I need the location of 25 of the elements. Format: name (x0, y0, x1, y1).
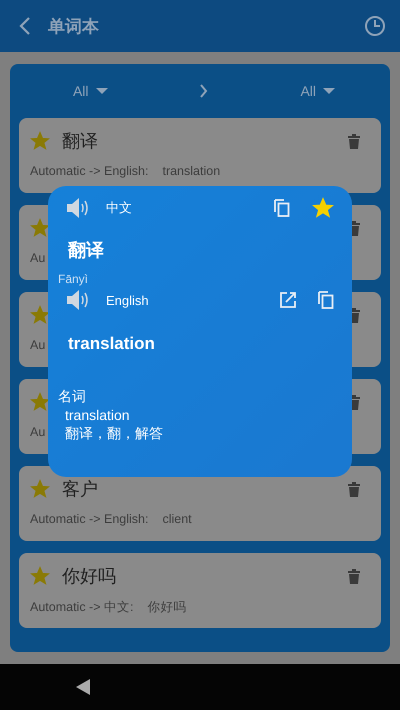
translated-word: translation (68, 334, 156, 354)
word-text: 你好吗 (62, 565, 116, 588)
source-word: 翻译 (68, 239, 105, 262)
source-language-dropdown[interactable]: All (72, 83, 108, 99)
translation-text: 你好吗 (147, 599, 186, 616)
translation-direction: Automatic -> English: (30, 512, 148, 526)
part-of-speech: 名词 (58, 388, 87, 406)
definition-meanings: 翻译，翻，解答 (65, 424, 164, 442)
translation-text: client (162, 512, 192, 526)
pinyin: Fānyì (58, 272, 90, 286)
translation-direction: Automatic -> English: (30, 164, 148, 178)
definition-word: translation (65, 406, 131, 424)
word-card[interactable]: 翻译 Automatic -> English: translation (19, 118, 381, 193)
translation-text: translation (162, 164, 220, 178)
word-text: 翻译 (62, 130, 98, 153)
word-card[interactable]: 你好吗 Automatic -> 中文: 你好吗 (19, 553, 381, 628)
translation-direction: Au (30, 251, 46, 265)
translation-direction: Au (30, 338, 46, 352)
word-text: 客户 (62, 478, 98, 501)
translation-direction: Au (30, 425, 46, 439)
source-language: 中文 (106, 199, 132, 217)
page-title: 单词本 (48, 16, 99, 38)
target-language: English (106, 292, 149, 308)
translation-direction: Automatic -> 中文: (30, 599, 134, 616)
target-language-dropdown[interactable]: All (300, 83, 335, 99)
